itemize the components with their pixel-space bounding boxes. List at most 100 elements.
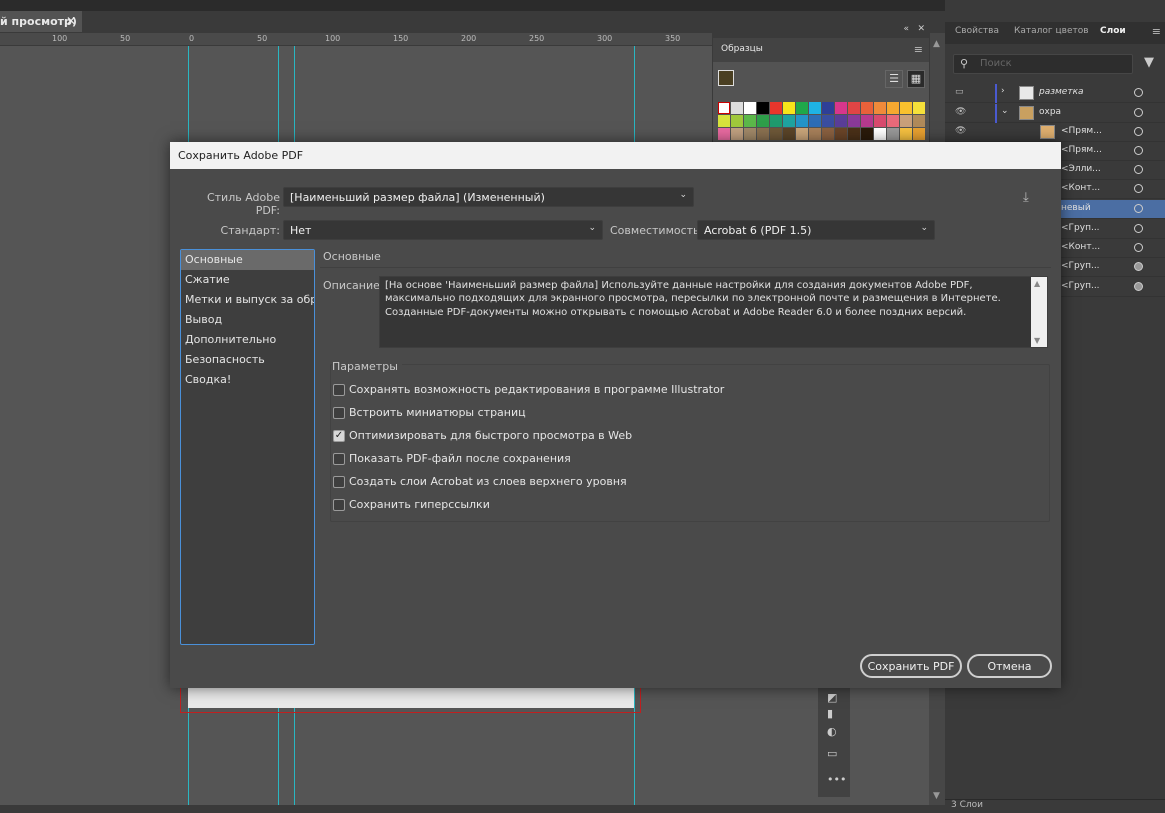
swatch[interactable] <box>731 115 743 127</box>
panel-menu-icon[interactable]: ≡ <box>914 43 923 56</box>
filter-icon[interactable]: ▼ <box>1144 55 1154 70</box>
layer-row[interactable]: 👁 <Прям... <box>945 123 1165 142</box>
target-icon[interactable] <box>1134 224 1143 233</box>
layer-name[interactable]: охра <box>1039 107 1061 117</box>
swatch[interactable] <box>744 128 756 140</box>
swatch[interactable] <box>822 102 834 114</box>
swatch[interactable] <box>861 128 873 140</box>
layers-search-input[interactable]: ⚲ Поиск <box>953 54 1133 74</box>
compatibility-select[interactable]: Acrobat 6 (PDF 1.5) ⌄ <box>697 220 935 240</box>
target-icon[interactable] <box>1134 108 1143 117</box>
swatch[interactable] <box>783 102 795 114</box>
layer-name[interactable]: <Конт... <box>1061 242 1100 252</box>
description-scrollbar[interactable]: ▲ ▼ <box>1031 277 1047 347</box>
layer-name[interactable]: невый <box>1061 203 1091 213</box>
scroll-up-icon[interactable]: ▲ <box>1034 277 1040 290</box>
current-fill-swatch[interactable] <box>718 70 734 86</box>
draw-mode-icon[interactable]: ◐ <box>827 725 837 738</box>
swatch[interactable] <box>783 128 795 140</box>
swatch[interactable] <box>848 102 860 114</box>
swatch[interactable] <box>718 128 730 140</box>
swatch[interactable] <box>744 115 756 127</box>
chevron-down-icon[interactable]: ⌄ <box>1001 106 1009 116</box>
swatch[interactable] <box>874 102 886 114</box>
swatch[interactable] <box>770 128 782 140</box>
swatch[interactable] <box>770 115 782 127</box>
layer-name[interactable]: <Конт... <box>1061 183 1100 193</box>
scroll-down-icon[interactable]: ▼ <box>1034 334 1040 347</box>
pdf-style-select[interactable]: [Наименьший размер файла] (Измененный) ⌄ <box>283 187 694 207</box>
target-icon[interactable] <box>1134 282 1143 291</box>
swatch[interactable] <box>757 102 769 114</box>
swatch[interactable] <box>913 128 925 140</box>
swatch[interactable] <box>822 115 834 127</box>
chevron-right-icon[interactable]: › <box>1001 86 1005 96</box>
swatch[interactable] <box>861 115 873 127</box>
swatch[interactable] <box>900 128 912 140</box>
swatch[interactable] <box>835 115 847 127</box>
swatch[interactable] <box>887 128 899 140</box>
swatch[interactable] <box>835 102 847 114</box>
swatch[interactable] <box>809 115 821 127</box>
layer-name[interactable]: <Прям... <box>1061 145 1102 155</box>
nav-item-marks-bleeds[interactable]: Метки и выпуск за обрез <box>181 290 314 310</box>
swatch[interactable] <box>770 102 782 114</box>
swatch[interactable] <box>809 102 821 114</box>
list-view-icon[interactable]: ☰ <box>885 70 903 88</box>
swatch[interactable] <box>835 128 847 140</box>
nav-item-advanced[interactable]: Дополнительно <box>181 330 314 350</box>
close-icon[interactable]: ✕ <box>66 14 76 28</box>
target-icon[interactable] <box>1134 204 1143 213</box>
swatch[interactable] <box>796 115 808 127</box>
checkbox[interactable] <box>333 384 345 396</box>
swatch[interactable] <box>874 115 886 127</box>
layer-name[interactable]: <Груп... <box>1061 261 1100 271</box>
nav-item-general[interactable]: Основные <box>181 250 314 270</box>
more-tools-icon[interactable]: ••• <box>827 773 846 786</box>
eye-icon[interactable]: 👁 <box>955 107 966 117</box>
color-mode-icon[interactable]: ▮ <box>827 707 833 720</box>
scroll-down-icon[interactable]: ▼ <box>933 791 940 801</box>
layer-name[interactable]: <Груп... <box>1061 281 1100 291</box>
layer-row[interactable]: ▭ › разметка <box>945 84 1165 103</box>
swatch[interactable] <box>731 102 743 114</box>
layer-row[interactable]: 👁 ⌄ охра <box>945 104 1165 123</box>
panel-menu-icon[interactable]: ≡ <box>1152 25 1161 38</box>
standard-select[interactable]: Нет ⌄ <box>283 220 603 240</box>
cancel-button[interactable]: Отмена <box>967 654 1052 678</box>
swatch[interactable] <box>731 128 743 140</box>
tab-properties[interactable]: Свойства <box>955 26 999 36</box>
checkbox[interactable] <box>333 453 345 465</box>
swatch[interactable] <box>887 102 899 114</box>
screen-mode-icon[interactable]: ▭ <box>827 747 837 760</box>
swatch[interactable] <box>796 128 808 140</box>
swatch[interactable] <box>809 128 821 140</box>
checkbox[interactable] <box>333 407 345 419</box>
target-icon[interactable] <box>1134 243 1143 252</box>
nav-item-compression[interactable]: Сжатие <box>181 270 314 290</box>
nav-item-summary[interactable]: Сводка! <box>181 370 314 390</box>
target-icon[interactable] <box>1134 88 1143 97</box>
nav-item-output[interactable]: Вывод <box>181 310 314 330</box>
target-icon[interactable] <box>1134 262 1143 271</box>
swatch[interactable] <box>900 115 912 127</box>
swatch[interactable] <box>887 115 899 127</box>
close-icon[interactable]: ✕ <box>917 24 925 34</box>
swatch[interactable] <box>783 115 795 127</box>
swatch[interactable] <box>913 102 925 114</box>
checkbox[interactable] <box>333 499 345 511</box>
checkbox-checked[interactable]: ✓ <box>333 430 345 442</box>
fill-stroke-icon[interactable]: ◩ <box>827 691 837 704</box>
layer-name[interactable]: разметка <box>1039 87 1084 97</box>
swatch-none[interactable] <box>718 102 730 114</box>
layer-visibility-icon[interactable]: ▭ <box>955 87 964 97</box>
swatch[interactable] <box>822 128 834 140</box>
target-icon[interactable] <box>1134 184 1143 193</box>
swatch-grid[interactable] <box>718 102 925 140</box>
nav-item-security[interactable]: Безопасность <box>181 350 314 370</box>
layer-name[interactable]: <Прям... <box>1061 126 1102 136</box>
checkbox[interactable] <box>333 476 345 488</box>
target-icon[interactable] <box>1134 127 1143 136</box>
document-tab[interactable]: й просмотр) ✕ <box>0 11 82 33</box>
eye-icon[interactable]: 👁 <box>955 126 966 136</box>
